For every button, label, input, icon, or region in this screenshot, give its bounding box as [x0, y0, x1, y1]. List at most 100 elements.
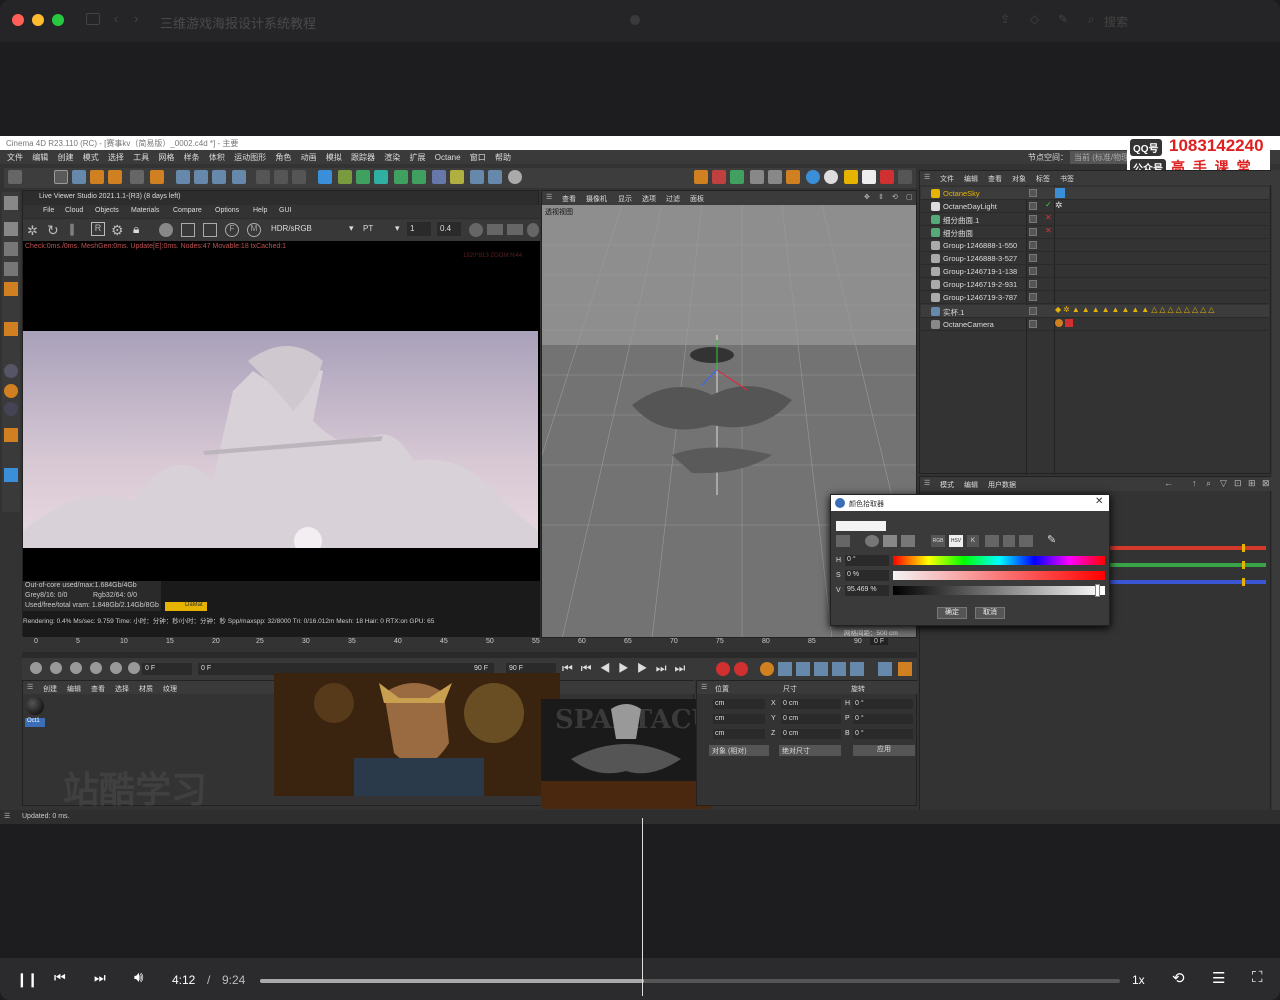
region-icon[interactable]: R — [91, 222, 105, 236]
octane-tool-icon[interactable] — [768, 170, 782, 184]
object-row[interactable]: Group-1246719-1-138 — [921, 265, 1269, 278]
pos-z-field[interactable]: cm — [713, 729, 765, 739]
zoom-window-button[interactable] — [52, 14, 64, 26]
object-row[interactable]: Group-1246888-3-527 — [921, 252, 1269, 265]
material-ball[interactable] — [26, 697, 44, 715]
mat-menu-edit[interactable]: 编辑 — [67, 684, 81, 694]
viewport-rotate-icon[interactable]: ⟲ — [892, 193, 898, 201]
forward-icon[interactable]: › — [134, 11, 138, 26]
om-menu-objects[interactable]: 对象 — [1012, 174, 1026, 184]
color-space-select[interactable]: HDR/sRGB — [271, 224, 312, 233]
scale-key-icon[interactable] — [796, 662, 810, 676]
back-arrow-icon[interactable]: ← — [1164, 478, 1173, 488]
object-row[interactable]: OctaneDayLight ✓ ✲ — [921, 200, 1269, 213]
workplane-icon[interactable] — [4, 402, 18, 416]
value1-field[interactable]: 1 — [407, 222, 431, 236]
new-window-icon[interactable]: ⊞ — [1248, 478, 1256, 489]
search-input[interactable]: 搜索 — [1104, 13, 1128, 30]
add-icon[interactable] — [181, 223, 195, 237]
object-row[interactable]: 细分曲面.1 ✕ — [921, 213, 1269, 226]
octane-tool-icon[interactable] — [712, 170, 726, 184]
menu-item[interactable]: 模拟 — [326, 152, 342, 163]
pause-button[interactable]: ❙❙ — [16, 971, 38, 988]
octane-tool-icon[interactable] — [786, 170, 800, 184]
render-settings-icon[interactable] — [292, 170, 306, 184]
visibility-toggle[interactable] — [1029, 307, 1037, 315]
octane-tool-icon[interactable] — [730, 170, 744, 184]
menu-item[interactable]: 编辑 — [32, 152, 48, 163]
scale-tool-icon[interactable] — [90, 170, 104, 184]
up-arrow-icon[interactable]: ↑ — [1192, 478, 1197, 488]
render-picture-icon[interactable] — [274, 170, 288, 184]
cloner-icon[interactable] — [374, 170, 388, 184]
lv-menu-compare[interactable]: Compare — [173, 207, 202, 214]
attr-menu-mode[interactable]: 模式 — [940, 480, 954, 490]
lock-render-icon[interactable]: 🔒︎ — [133, 222, 139, 237]
spectrum-mode-icon[interactable] — [865, 535, 879, 547]
attr-menu-edit[interactable]: 编辑 — [964, 480, 978, 490]
mixer-mode-icon[interactable] — [985, 535, 999, 547]
vp-menu-camera[interactable]: 摄像机 — [586, 194, 607, 204]
filter-icon[interactable]: ▽ — [1220, 478, 1227, 489]
wheel-mode-icon[interactable] — [836, 535, 850, 547]
record-icon[interactable] — [469, 223, 483, 237]
select-tool-icon[interactable] — [54, 170, 68, 184]
size-mode-select[interactable]: 绝对尺寸 — [779, 745, 841, 756]
menu-item[interactable]: 帮助 — [495, 152, 511, 163]
lock-icon[interactable] — [4, 428, 18, 442]
search-attr-icon[interactable]: ⌕ — [1206, 478, 1211, 489]
eyedropper-icon[interactable]: ✎ — [1047, 533, 1056, 546]
vp-menu-view[interactable]: 查看 — [562, 194, 576, 204]
size-z-field[interactable]: 0 cm — [781, 729, 841, 739]
om-menu-tags[interactable]: 标签 — [1036, 174, 1050, 184]
minimize-window-button[interactable] — [32, 14, 44, 26]
camera-icon[interactable] — [488, 170, 502, 184]
deformer-icon[interactable] — [394, 170, 408, 184]
visibility-toggle[interactable] — [1029, 320, 1037, 328]
object-row[interactable]: OctaneCamera — [921, 318, 1269, 331]
snapshot-icon[interactable] — [507, 224, 523, 235]
tag-icon[interactable]: ◇ — [1030, 12, 1039, 26]
keyframe-icon[interactable] — [760, 662, 774, 676]
key-icon[interactable] — [110, 662, 122, 674]
menu-item[interactable]: 动画 — [301, 152, 317, 163]
speed-button[interactable]: 1x — [1132, 973, 1145, 987]
lv-menu-options[interactable]: Options — [215, 207, 239, 214]
focus-icon[interactable] — [203, 223, 217, 237]
pen-icon[interactable] — [338, 170, 352, 184]
snap-settings-icon[interactable] — [4, 384, 18, 398]
object-row[interactable]: 细分曲面 ✕ — [921, 226, 1269, 239]
start-frame-field[interactable]: 0 F — [142, 663, 192, 675]
kelvin-mode-button[interactable]: K — [967, 535, 979, 547]
key-icon[interactable] — [70, 662, 82, 674]
mat-menu-select[interactable]: 选择 — [115, 684, 129, 694]
send-scene-icon[interactable]: ✲ — [27, 223, 41, 238]
autokey-icon[interactable] — [734, 662, 748, 676]
pause-icon[interactable]: ∥ — [69, 222, 75, 236]
attributes-menu-icon[interactable]: ☰ — [924, 479, 930, 487]
subdivision-icon[interactable] — [356, 170, 370, 184]
close-icon[interactable]: ✕ — [1095, 496, 1103, 507]
s-field[interactable]: 0 % — [845, 570, 889, 581]
floor-icon[interactable] — [470, 170, 484, 184]
g-handle[interactable] — [1242, 561, 1245, 569]
kernel-select[interactable]: PT — [363, 224, 373, 233]
layer-icon[interactable] — [4, 468, 18, 482]
loop-icon[interactable]: ⟲ — [1172, 969, 1185, 987]
model-mode-icon[interactable] — [4, 196, 18, 210]
menu-item[interactable]: 创建 — [57, 152, 73, 163]
camera-tag-icon[interactable] — [1065, 319, 1073, 327]
r-handle[interactable] — [1242, 544, 1245, 552]
menu-item[interactable]: 模式 — [83, 152, 99, 163]
tag-icon[interactable] — [1055, 188, 1065, 198]
material-icon[interactable] — [159, 223, 173, 237]
back-icon[interactable]: ‹ — [114, 11, 118, 26]
v-field[interactable]: 95.469 % — [845, 585, 889, 596]
node-space-select[interactable]: 当前 (标准/物理) — [1070, 151, 1136, 164]
rot-b-field[interactable]: 0 ° — [853, 729, 913, 739]
object-row[interactable]: Group-1246888-1-550 — [921, 239, 1269, 252]
menu-item[interactable]: 体积 — [209, 152, 225, 163]
world-axis-icon[interactable] — [232, 170, 246, 184]
x-axis-icon[interactable] — [176, 170, 190, 184]
enabled-check-icon[interactable]: ✓ — [1045, 200, 1052, 209]
